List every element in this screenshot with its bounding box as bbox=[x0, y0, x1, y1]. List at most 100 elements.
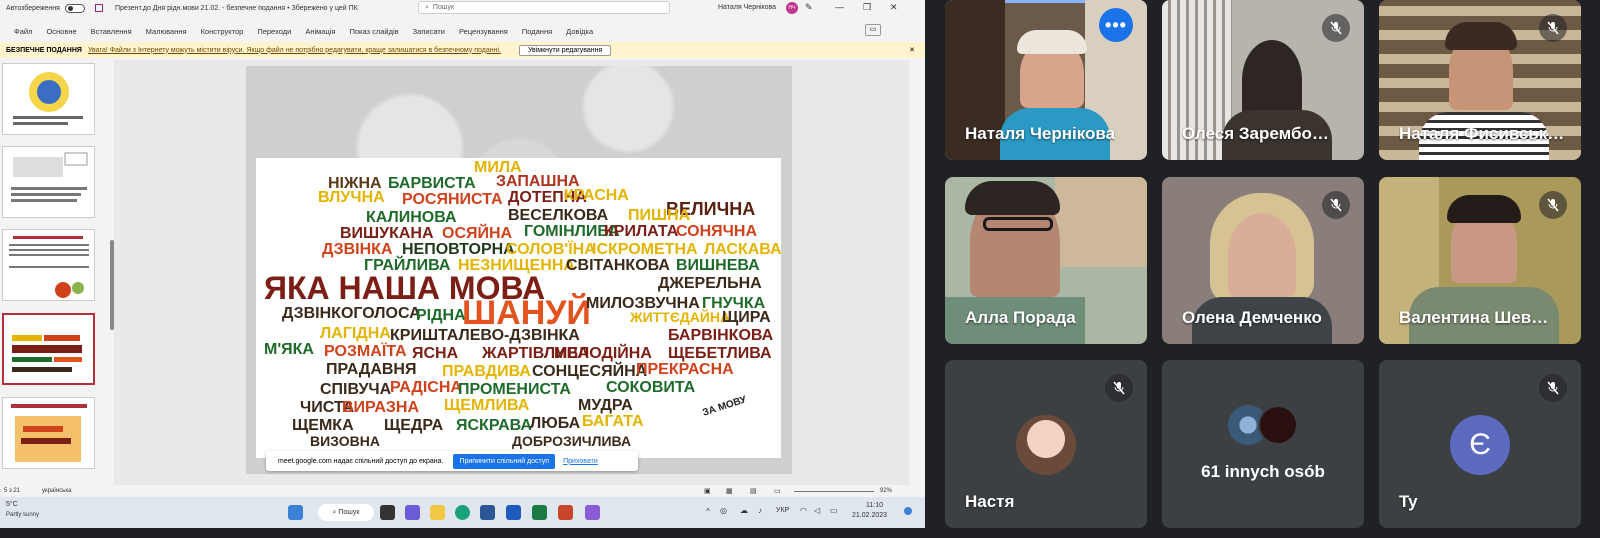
participant-tile[interactable]: Алла Порада bbox=[945, 177, 1147, 344]
word-cloud-word: ЩИРА bbox=[722, 309, 771, 326]
tab-help[interactable]: Довідка bbox=[566, 27, 593, 36]
others-tile[interactable]: 61 innych osób bbox=[1162, 360, 1364, 528]
participant-hair bbox=[965, 181, 1060, 215]
store-icon[interactable] bbox=[480, 505, 495, 520]
mic-off-icon bbox=[1322, 14, 1350, 42]
onedrive-icon[interactable]: ☁ bbox=[740, 506, 748, 515]
chevron-up-icon[interactable]: ^ bbox=[706, 507, 710, 516]
word-cloud-word: КРИЛАТА bbox=[604, 223, 679, 240]
save-icon[interactable] bbox=[94, 4, 103, 12]
autosave-toggle[interactable] bbox=[64, 3, 85, 13]
microphone-icon[interactable]: ♪ bbox=[758, 506, 762, 515]
pen-icon[interactable]: ✎ bbox=[805, 2, 813, 13]
taskbar-search-label: Пошук bbox=[338, 509, 360, 516]
zoom-slider[interactable] bbox=[794, 491, 874, 492]
avatar[interactable]: НЧ bbox=[786, 2, 798, 14]
word-cloud-word: РОСЯНИСТА bbox=[402, 191, 503, 208]
tab-design[interactable]: Конструктор bbox=[201, 27, 244, 36]
tab-draw[interactable]: Малювання bbox=[146, 27, 187, 36]
keyboard-language[interactable]: УКР bbox=[776, 507, 789, 514]
tab-transitions[interactable]: Переходи bbox=[257, 27, 291, 36]
participant-hair bbox=[1445, 22, 1517, 50]
avatar bbox=[1016, 415, 1076, 475]
slide-thumbnail[interactable] bbox=[2, 146, 95, 218]
slide-canvas: МИЛА НІЖНА БАРВИСТА ЗАПАШНА ВЛУЧНА РОСЯНИСТА Д… bbox=[246, 66, 792, 474]
participant-tile[interactable]: Олена Демченко bbox=[1162, 177, 1364, 344]
volume-icon[interactable]: ◁ bbox=[814, 506, 820, 515]
word-cloud-word: ІСКРОМЕТНА bbox=[592, 241, 698, 258]
wifi-icon[interactable]: ◠ bbox=[800, 506, 807, 515]
app-icon[interactable] bbox=[585, 505, 600, 520]
search-placeholder: Пошук bbox=[432, 4, 455, 11]
tab-record[interactable]: Записати bbox=[413, 27, 445, 36]
comment-icon[interactable]: ▭ bbox=[865, 24, 881, 36]
slide-thumbnail[interactable] bbox=[2, 229, 95, 301]
slide-thumbnail[interactable] bbox=[2, 397, 95, 469]
taskbar-search-button[interactable]: ⌕ Пошук bbox=[318, 504, 374, 521]
participant-face bbox=[1228, 213, 1296, 297]
participant-tile[interactable]: Валентина Шев… bbox=[1379, 177, 1581, 344]
weather-temp[interactable]: 5°C bbox=[6, 501, 18, 508]
participant-tile-self[interactable]: Є Ty bbox=[1379, 360, 1581, 528]
powerpoint-icon[interactable] bbox=[558, 505, 573, 520]
stop-sharing-button[interactable]: Припинити спільний доступ bbox=[453, 453, 556, 469]
close-icon[interactable]: ✕ bbox=[909, 46, 915, 54]
tab-view[interactable]: Подання bbox=[522, 27, 552, 36]
word-cloud-word: БАГАТА bbox=[582, 413, 644, 430]
tab-home[interactable]: Основне bbox=[46, 27, 76, 36]
participant-hair bbox=[1017, 30, 1087, 54]
tab-slideshow[interactable]: Показ слайдів bbox=[349, 27, 398, 36]
thumbnail-scrollbar[interactable] bbox=[110, 240, 114, 330]
more-options-button[interactable]: ••• bbox=[1099, 8, 1133, 42]
task-view-icon[interactable] bbox=[380, 505, 395, 520]
word-cloud-word: КРАСНА bbox=[564, 187, 629, 204]
ribbon-tabs: Файл Основне Вставлення Малювання Констр… bbox=[0, 24, 925, 38]
infobar-message[interactable]: Увага! Файли з Інтернету можуть містити … bbox=[88, 47, 501, 54]
slide-counter: 5 з 21 bbox=[4, 488, 21, 494]
clock-date[interactable]: 21.02.2023 bbox=[852, 512, 887, 519]
powerpoint-statusbar: 5 з 21 українська ▣ ▦ ▤ ▭ 92% bbox=[0, 487, 925, 497]
hide-link[interactable]: Приховати bbox=[563, 458, 598, 465]
zoom-level[interactable]: 92% bbox=[880, 488, 892, 494]
notification-icon[interactable] bbox=[904, 507, 912, 515]
screen-share-notification: meet.google.com надає спільний доступ до… bbox=[266, 451, 638, 471]
language-indicator[interactable]: українська bbox=[42, 488, 72, 494]
file-explorer-icon[interactable] bbox=[430, 505, 445, 520]
word-cloud: МИЛА НІЖНА БАРВИСТА ЗАПАШНА ВЛУЧНА РОСЯНИСТА Д… bbox=[256, 158, 782, 458]
word-cloud-word: ЖИТТЄДАЙНА bbox=[630, 309, 731, 325]
close-icon[interactable]: ✕ bbox=[890, 2, 898, 13]
slideshow-icon[interactable]: ▭ bbox=[774, 487, 781, 495]
edge-icon[interactable] bbox=[455, 505, 470, 520]
battery-icon[interactable]: ▭ bbox=[830, 506, 838, 515]
slide-thumbnail[interactable] bbox=[2, 63, 95, 135]
word-icon[interactable] bbox=[506, 505, 521, 520]
participant-tile[interactable]: Наталя Фисивськ… bbox=[1379, 0, 1581, 160]
participant-tile[interactable]: Настя bbox=[945, 360, 1147, 528]
windows-start-icon[interactable] bbox=[288, 505, 303, 520]
participant-tile[interactable]: Олеся Зарембо… bbox=[1162, 0, 1364, 160]
tab-insert[interactable]: Вставлення bbox=[91, 27, 132, 36]
word-cloud-word: ДЗВІНКА bbox=[322, 241, 393, 258]
tab-file[interactable]: Файл bbox=[14, 27, 32, 36]
sorter-view-icon[interactable]: ▦ bbox=[726, 487, 733, 495]
teams-icon[interactable] bbox=[405, 505, 420, 520]
network-icon[interactable]: ◎ bbox=[720, 506, 727, 515]
tab-animation[interactable]: Анімація bbox=[305, 27, 335, 36]
word-cloud-word: КРИШТАЛЕВО-ДЗВІНКА bbox=[390, 327, 580, 344]
mic-off-icon bbox=[1539, 374, 1567, 402]
participant-tile[interactable]: ••• Наталя Чернікова bbox=[945, 0, 1147, 160]
tab-review[interactable]: Рецензування bbox=[459, 27, 508, 36]
minimize-icon[interactable]: — bbox=[835, 2, 844, 12]
search-input[interactable]: ⌕ Пошук bbox=[418, 1, 670, 14]
word-cloud-word: ПРАВДИВА bbox=[442, 363, 531, 380]
slide-thumbnail-selected[interactable] bbox=[2, 313, 95, 385]
word-cloud-word: НЕПОВТОРНА bbox=[402, 241, 515, 258]
clock-time[interactable]: 11:10 bbox=[866, 502, 883, 509]
excel-icon[interactable] bbox=[532, 505, 547, 520]
enable-editing-button[interactable]: Увімкнути редагування bbox=[518, 44, 612, 56]
reading-view-icon[interactable]: ▤ bbox=[750, 487, 757, 495]
restore-icon[interactable]: ❐ bbox=[863, 2, 871, 13]
word-cloud-word: РІДНА bbox=[416, 307, 466, 324]
normal-view-icon[interactable]: ▣ bbox=[704, 487, 711, 495]
word-cloud-word: ПИШНА bbox=[628, 207, 691, 224]
